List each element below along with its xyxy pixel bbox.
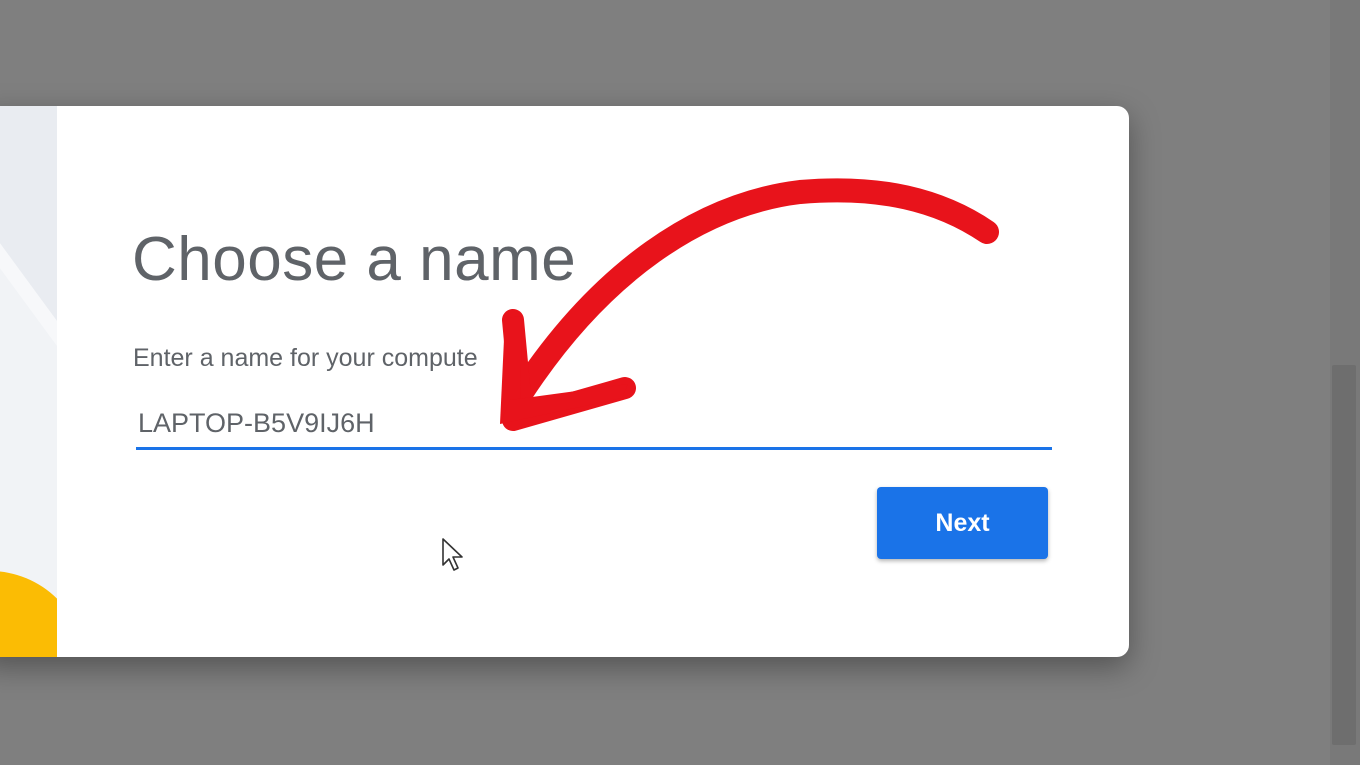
choose-name-dialog: Choose a name Enter a name for your comp… xyxy=(0,106,1129,657)
name-prompt-label: Enter a name for your compute xyxy=(133,344,478,372)
computer-name-input[interactable] xyxy=(136,406,1052,450)
page-title: Choose a name xyxy=(132,225,577,294)
side-illustration-art xyxy=(0,106,57,657)
window-scrollbar-thumb[interactable] xyxy=(1332,365,1356,745)
next-button[interactable]: Next xyxy=(877,487,1048,559)
side-illustration xyxy=(0,106,57,657)
mouse-pointer-icon xyxy=(442,538,463,571)
